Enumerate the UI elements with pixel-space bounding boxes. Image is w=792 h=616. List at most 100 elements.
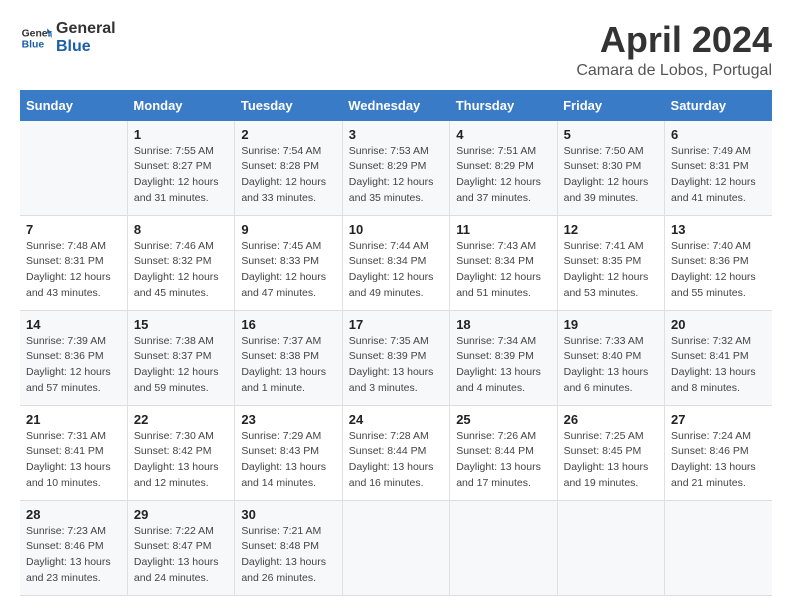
day-detail: Sunrise: 7:45 AM Sunset: 8:33 PM Dayligh… [241,239,335,302]
day-detail: Sunrise: 7:49 AM Sunset: 8:31 PM Dayligh… [671,144,766,207]
day-cell: 20 Sunrise: 7:32 AM Sunset: 8:41 PM Dayli… [665,310,772,405]
day-detail: Sunrise: 7:29 AM Sunset: 8:43 PM Dayligh… [241,429,335,492]
day-detail: Sunrise: 7:22 AM Sunset: 8:47 PM Dayligh… [134,524,228,587]
day-number: 1 [134,127,228,142]
day-number: 26 [564,412,658,427]
day-number: 23 [241,412,335,427]
day-cell [665,500,772,595]
day-cell: 28 Sunrise: 7:23 AM Sunset: 8:46 PM Dayli… [20,500,127,595]
day-cell: 10Sunrise: 7:44 AM Sunset: 8:34 PM Dayli… [342,215,449,310]
day-number: 13 [671,222,766,237]
day-cell: 11 Sunrise: 7:43 AM Sunset: 8:34 PM Dayli… [450,215,557,310]
day-cell: 16 Sunrise: 7:37 AM Sunset: 8:38 PM Dayli… [235,310,342,405]
day-cell: 22 Sunrise: 7:30 AM Sunset: 8:42 PM Dayli… [127,405,234,500]
day-cell: 29 Sunrise: 7:22 AM Sunset: 8:47 PM Dayli… [127,500,234,595]
day-number: 4 [456,127,550,142]
day-detail: Sunrise: 7:54 AM Sunset: 8:28 PM Dayligh… [241,144,335,207]
day-cell: 13Sunrise: 7:40 AM Sunset: 8:36 PM Dayli… [665,215,772,310]
day-number: 17 [349,317,443,332]
header-row: SundayMondayTuesdayWednesdayThursdayFrid… [20,90,772,121]
day-detail: Sunrise: 7:46 AM Sunset: 8:32 PM Dayligh… [134,239,228,302]
title-block: April 2024 Camara de Lobos, Portugal [576,20,772,80]
week-row-1: 1Sunrise: 7:55 AM Sunset: 8:27 PM Daylig… [20,121,772,216]
day-detail: Sunrise: 7:21 AM Sunset: 8:48 PM Dayligh… [241,524,335,587]
week-row-5: 28 Sunrise: 7:23 AM Sunset: 8:46 PM Dayli… [20,500,772,595]
day-detail: Sunrise: 7:31 AM Sunset: 8:41 PM Dayligh… [26,429,121,492]
day-number: 20 [671,317,766,332]
day-detail: Sunrise: 7:37 AM Sunset: 8:38 PM Dayligh… [241,334,335,397]
calendar-header: SundayMondayTuesdayWednesdayThursdayFrid… [20,90,772,121]
day-number: 22 [134,412,228,427]
day-number: 24 [349,412,443,427]
day-cell: 12 Sunrise: 7:41 AM Sunset: 8:35 PM Dayli… [557,215,664,310]
day-number: 15 [134,317,228,332]
day-detail: Sunrise: 7:28 AM Sunset: 8:44 PM Dayligh… [349,429,443,492]
day-cell: 23 Sunrise: 7:29 AM Sunset: 8:43 PM Dayli… [235,405,342,500]
day-detail: Sunrise: 7:50 AM Sunset: 8:30 PM Dayligh… [564,144,658,207]
svg-text:Blue: Blue [22,39,45,50]
day-cell: 2 Sunrise: 7:54 AM Sunset: 8:28 PM Daylig… [235,121,342,216]
day-cell [342,500,449,595]
day-number: 10 [349,222,443,237]
day-cell: 9Sunrise: 7:45 AM Sunset: 8:33 PM Daylig… [235,215,342,310]
col-header-thursday: Thursday [450,90,557,121]
month-title: April 2024 [576,20,772,60]
day-cell: 21 Sunrise: 7:31 AM Sunset: 8:41 PM Dayli… [20,405,127,500]
calendar-body: 1Sunrise: 7:55 AM Sunset: 8:27 PM Daylig… [20,121,772,596]
day-detail: Sunrise: 7:26 AM Sunset: 8:44 PM Dayligh… [456,429,550,492]
logo-blue: Blue [56,38,116,56]
day-cell: 7Sunrise: 7:48 AM Sunset: 8:31 PM Daylig… [20,215,127,310]
day-cell: 3Sunrise: 7:53 AM Sunset: 8:29 PM Daylig… [342,121,449,216]
day-detail: Sunrise: 7:34 AM Sunset: 8:39 PM Dayligh… [456,334,550,397]
logo-general: General [56,20,116,38]
day-number: 30 [241,507,335,522]
day-detail: Sunrise: 7:51 AM Sunset: 8:29 PM Dayligh… [456,144,550,207]
day-number: 6 [671,127,766,142]
day-cell: 4 Sunrise: 7:51 AM Sunset: 8:29 PM Daylig… [450,121,557,216]
day-detail: Sunrise: 7:32 AM Sunset: 8:41 PM Dayligh… [671,334,766,397]
calendar-table: SundayMondayTuesdayWednesdayThursdayFrid… [20,90,772,596]
day-detail: Sunrise: 7:23 AM Sunset: 8:46 PM Dayligh… [26,524,121,587]
day-number: 29 [134,507,228,522]
day-number: 27 [671,412,766,427]
day-number: 3 [349,127,443,142]
day-number: 28 [26,507,121,522]
day-cell [20,121,127,216]
day-number: 5 [564,127,658,142]
day-cell: 25Sunrise: 7:26 AM Sunset: 8:44 PM Dayli… [450,405,557,500]
day-number: 2 [241,127,335,142]
day-number: 21 [26,412,121,427]
day-cell: 5 Sunrise: 7:50 AM Sunset: 8:30 PM Daylig… [557,121,664,216]
day-cell: 8 Sunrise: 7:46 AM Sunset: 8:32 PM Daylig… [127,215,234,310]
day-detail: Sunrise: 7:30 AM Sunset: 8:42 PM Dayligh… [134,429,228,492]
day-cell [557,500,664,595]
col-header-monday: Monday [127,90,234,121]
col-header-wednesday: Wednesday [342,90,449,121]
day-number: 7 [26,222,121,237]
page-header: General Blue General Blue April 2024 Cam… [20,20,772,80]
day-number: 12 [564,222,658,237]
day-detail: Sunrise: 7:38 AM Sunset: 8:37 PM Dayligh… [134,334,228,397]
day-number: 11 [456,222,550,237]
day-number: 19 [564,317,658,332]
day-cell: 6 Sunrise: 7:49 AM Sunset: 8:31 PM Daylig… [665,121,772,216]
logo-icon: General Blue [20,22,52,54]
day-cell [450,500,557,595]
day-cell: 17 Sunrise: 7:35 AM Sunset: 8:39 PM Dayli… [342,310,449,405]
day-cell: 1Sunrise: 7:55 AM Sunset: 8:27 PM Daylig… [127,121,234,216]
logo: General Blue General Blue [20,20,116,55]
day-detail: Sunrise: 7:43 AM Sunset: 8:34 PM Dayligh… [456,239,550,302]
day-detail: Sunrise: 7:39 AM Sunset: 8:36 PM Dayligh… [26,334,121,397]
day-cell: 24 Sunrise: 7:28 AM Sunset: 8:44 PM Dayli… [342,405,449,500]
week-row-2: 7Sunrise: 7:48 AM Sunset: 8:31 PM Daylig… [20,215,772,310]
day-detail: Sunrise: 7:33 AM Sunset: 8:40 PM Dayligh… [564,334,658,397]
day-number: 16 [241,317,335,332]
day-number: 8 [134,222,228,237]
day-cell: 18Sunrise: 7:34 AM Sunset: 8:39 PM Dayli… [450,310,557,405]
day-cell: 15 Sunrise: 7:38 AM Sunset: 8:37 PM Dayli… [127,310,234,405]
day-detail: Sunrise: 7:35 AM Sunset: 8:39 PM Dayligh… [349,334,443,397]
day-number: 14 [26,317,121,332]
day-cell: 27 Sunrise: 7:24 AM Sunset: 8:46 PM Dayli… [665,405,772,500]
day-detail: Sunrise: 7:41 AM Sunset: 8:35 PM Dayligh… [564,239,658,302]
day-detail: Sunrise: 7:24 AM Sunset: 8:46 PM Dayligh… [671,429,766,492]
